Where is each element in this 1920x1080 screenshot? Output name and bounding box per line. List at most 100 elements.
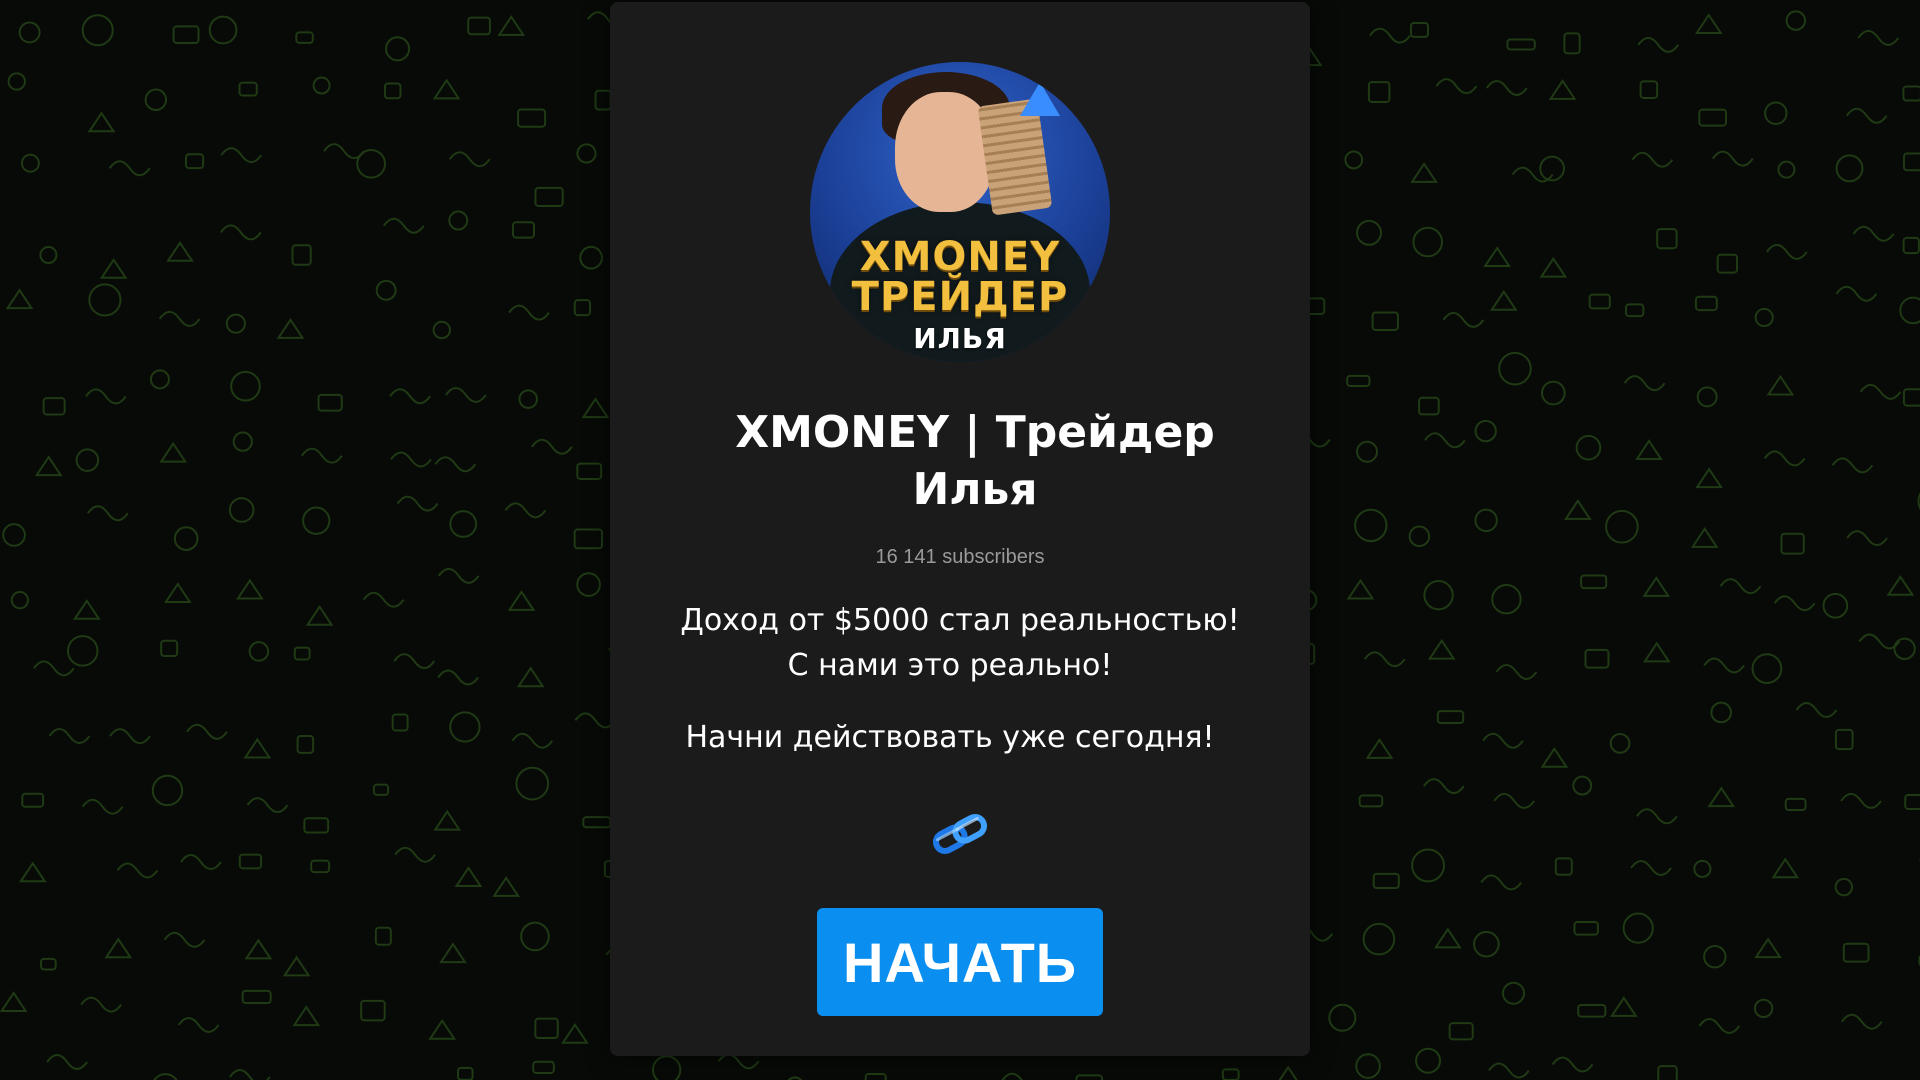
doodle-shape: [1642, 641, 1671, 663]
doodle-shape: [72, 599, 101, 620]
doodle-shape: [225, 313, 246, 334]
doodle-shape: [579, 245, 603, 270]
channel-avatar: XMONEY ТРЕЙДЕР ИЛЬЯ: [810, 62, 1110, 362]
doodle-shape: [1623, 375, 1666, 392]
doodle-shape: [104, 937, 133, 959]
doodle-shape: [449, 510, 478, 538]
doodle-shape: [1690, 527, 1719, 548]
doodle-shape: [1539, 256, 1568, 278]
doodle-shape: [1423, 778, 1465, 795]
doodle-shape: [246, 797, 289, 814]
doodle-shape: [163, 582, 192, 604]
doodle-shape: [1563, 499, 1592, 520]
doodle-shape: [1485, 80, 1528, 96]
doodle-shape: [238, 81, 258, 97]
doodle-shape: [39, 245, 58, 264]
doodle-shape: [87, 111, 116, 133]
doodle-shape: [594, 89, 612, 111]
doodle-shape: [1355, 1053, 1381, 1079]
doodle-shape: [1902, 388, 1920, 407]
doodle-shape: [497, 15, 526, 36]
doodle-shape: [1540, 746, 1569, 768]
doodle-shape: [576, 143, 597, 164]
doodle-shape: [1344, 150, 1364, 170]
doodle-shape: [87, 505, 129, 522]
doodle-shape: [394, 846, 436, 863]
doodle-shape: [151, 774, 184, 807]
doodle-shape: [1418, 396, 1440, 416]
doodle-shape: [1751, 653, 1783, 684]
doodle-shape: [1346, 374, 1371, 387]
doodle-shape: [185, 153, 205, 170]
doodle-shape: [1354, 508, 1388, 543]
doodle-shape: [1410, 162, 1438, 183]
doodle-shape: [385, 36, 411, 62]
doodle-shape: [1795, 702, 1838, 719]
doodle-shape: [244, 938, 273, 960]
doodle-shape: [437, 567, 480, 584]
doodle-shape: [1835, 285, 1878, 302]
doodle-shape: [1480, 874, 1523, 891]
start-button[interactable]: НАЧАТЬ: [817, 908, 1103, 1016]
doodle-shape: [1577, 1003, 1607, 1018]
doodle-shape: [512, 221, 535, 239]
doodle-shape: [46, 1054, 88, 1070]
channel-title-line-2: Илья: [912, 464, 1038, 515]
doodle-shape: [1694, 13, 1723, 35]
doodle-shape: [1719, 578, 1762, 595]
doodle-shape: [21, 792, 45, 808]
doodle-shape: [1415, 1047, 1442, 1074]
doodle-shape: [511, 732, 554, 749]
doodle-shape: [1716, 253, 1739, 274]
doodle-shape: [428, 1018, 457, 1040]
doodle-shape: [1442, 311, 1485, 328]
doodle-shape: [1358, 794, 1384, 808]
doodle-shape: [305, 604, 334, 626]
doodle-shape: [232, 431, 253, 452]
doodle-shape: [1639, 80, 1659, 99]
doodle-shape: [1356, 219, 1382, 246]
doodle-shape: [241, 989, 272, 1005]
doodle-shape: [220, 147, 263, 164]
doodle-shape: [1493, 792, 1536, 809]
doodle-shape: [1363, 651, 1406, 668]
doodle-shape: [1904, 794, 1920, 810]
doodle-shape: [1489, 289, 1518, 311]
doodle-shape: [516, 666, 545, 688]
doodle-shape: [1764, 101, 1788, 125]
doodle-shape: [1423, 579, 1454, 611]
doodle-shape: [1411, 848, 1445, 883]
doodle-shape: [1584, 648, 1610, 669]
doodle-shape: [504, 502, 547, 519]
doodle-shape: [144, 88, 168, 111]
doodle-shape: [390, 451, 432, 468]
doodle-shape: [1695, 467, 1723, 489]
doodle-shape: [1840, 792, 1882, 809]
doodle-shape: [310, 859, 331, 874]
doodle-shape: [1710, 701, 1732, 724]
doodle-shape: [1609, 996, 1638, 1017]
doodle-shape: [99, 257, 128, 279]
doodle-shape: [1371, 311, 1399, 331]
doodle-shape: [1580, 574, 1608, 590]
doodle-shape: [432, 78, 461, 100]
doodle-shape: [1367, 81, 1391, 103]
doodle-shape: [1427, 638, 1456, 660]
doodle-shape: [582, 816, 612, 829]
doodle-shape: [531, 438, 573, 455]
doodle-shape: [391, 713, 409, 732]
doodle-shape: [116, 862, 159, 879]
description-line-1: Доход от $5000 стал реальностью!: [680, 603, 1240, 638]
doodle-shape: [1777, 160, 1796, 179]
doodle-shape: [437, 669, 479, 686]
doodle-shape: [1636, 808, 1678, 825]
doodle-shape: [1448, 1022, 1474, 1041]
doodle-shape: [33, 660, 75, 677]
doodle-shape: [149, 369, 170, 390]
doodle-shape: [375, 279, 397, 301]
doodle-shape: [323, 143, 365, 160]
doodle-shape: [1609, 732, 1631, 754]
doodle-shape: [1551, 1056, 1594, 1073]
doodle-shape: [1902, 236, 1920, 255]
doodle-shape: [1773, 595, 1816, 612]
